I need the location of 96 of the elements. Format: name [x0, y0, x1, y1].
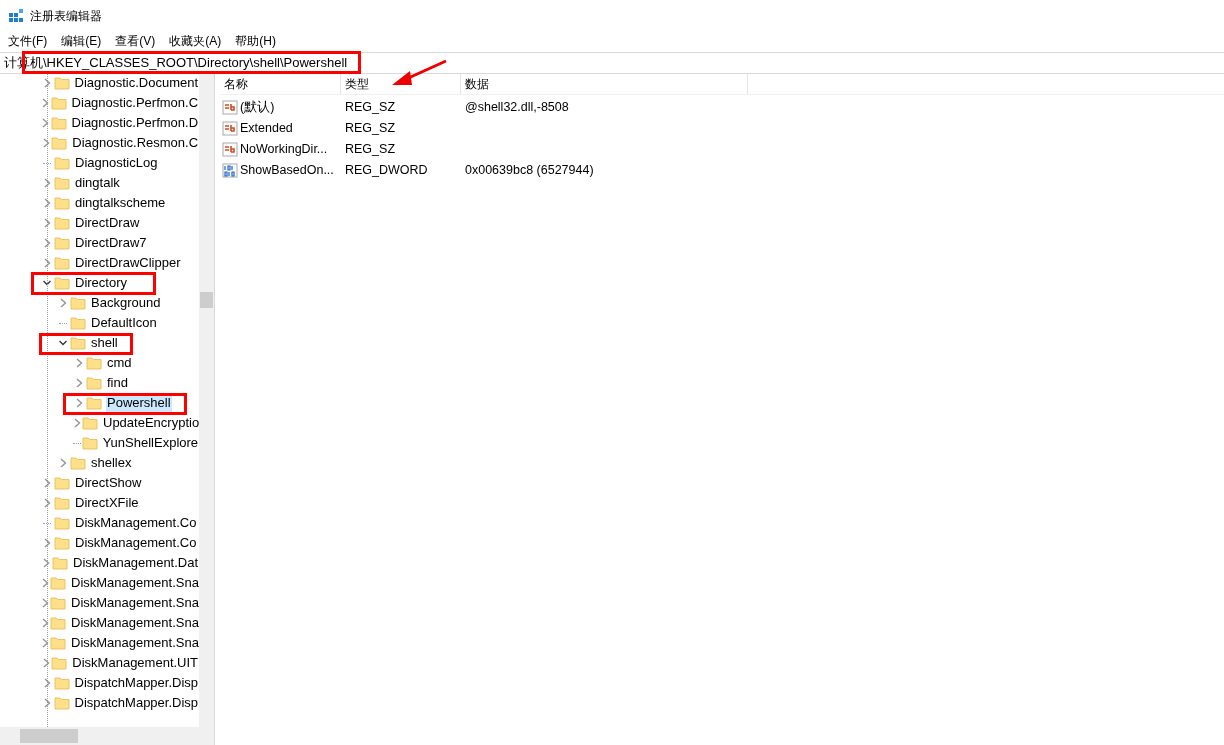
folder-icon: [70, 316, 86, 330]
chevron-right-icon[interactable]: [40, 118, 51, 128]
value-type: REG_SZ: [344, 141, 396, 159]
tree-item[interactable]: DiagnosticLog: [74, 153, 159, 173]
value-type: REG_SZ: [344, 99, 396, 117]
vertical-scrollbar[interactable]: [199, 74, 214, 727]
value-name[interactable]: Extended: [240, 119, 293, 138]
value-name[interactable]: NoWorkingDir...: [240, 140, 328, 159]
tree-item[interactable]: DiskManagement.Co: [74, 513, 198, 533]
value-name[interactable]: (默认): [240, 98, 275, 117]
menu-item[interactable]: 收藏夹(A): [169, 32, 222, 50]
folder-icon: [50, 116, 67, 130]
menu-item[interactable]: 文件(F): [8, 32, 48, 50]
chevron-right-icon[interactable]: [40, 98, 51, 108]
tree-item[interactable]: DirectDrawClipper: [74, 253, 182, 273]
folder-icon: [86, 376, 102, 390]
tree-item[interactable]: Diagnostic.Perfmon.D: [70, 113, 200, 133]
tree-item[interactable]: find: [106, 373, 129, 393]
folder-icon: [52, 556, 69, 570]
string-value-icon: [222, 120, 238, 137]
tree-item[interactable]: dingtalkscheme: [74, 193, 167, 213]
chevron-down-icon[interactable]: [58, 338, 68, 348]
tree-item[interactable]: Directory: [74, 273, 128, 293]
folder-icon: [54, 516, 70, 530]
binary-value-icon: [222, 162, 238, 179]
folder-icon: [54, 176, 70, 190]
tree-item[interactable]: DirectShow: [74, 473, 143, 493]
folder-icon: [81, 436, 98, 450]
tree-item[interactable]: DiskManagement.Dat: [72, 553, 200, 573]
tree-item[interactable]: DirectDraw: [74, 213, 141, 233]
folder-icon: [54, 256, 70, 270]
folder-icon: [51, 136, 68, 150]
folder-icon: [82, 416, 98, 430]
tree-item[interactable]: Diagnostic.Document: [73, 74, 200, 93]
tree-item[interactable]: DirectXFile: [74, 493, 140, 513]
tree-item[interactable]: dingtalk: [74, 173, 121, 193]
folder-icon: [54, 276, 70, 290]
string-value-icon: [222, 99, 238, 116]
column-header[interactable]: 名称: [220, 74, 341, 94]
folder-icon: [54, 156, 70, 170]
folder-icon: [86, 356, 102, 370]
menu-item[interactable]: 帮助(H): [235, 32, 276, 50]
tree-item[interactable]: YunShellExplore: [101, 433, 200, 453]
tree-item[interactable]: DispatchMapper.Disp: [73, 673, 200, 693]
folder-icon: [53, 696, 70, 710]
folder-icon: [70, 456, 86, 470]
folder-icon: [51, 656, 68, 670]
folder-icon: [70, 296, 86, 310]
folder-icon: [50, 636, 66, 650]
folder-icon: [54, 236, 70, 250]
tree-item[interactable]: DiskManagement.Sna: [70, 593, 200, 613]
folder-icon: [54, 476, 70, 490]
value-type: REG_DWORD: [344, 162, 429, 180]
folder-icon: [86, 396, 102, 410]
tree-item[interactable]: DefaultIcon: [90, 313, 158, 333]
value-type: REG_SZ: [344, 120, 396, 138]
tree-item[interactable]: cmd: [106, 353, 133, 373]
tree-item[interactable]: DiskManagement.UIT: [71, 653, 200, 673]
tree-item[interactable]: DiskManagement.Sna: [70, 613, 200, 633]
tree-item[interactable]: DiskManagement.Co: [74, 533, 198, 553]
chevron-down-icon[interactable]: [42, 278, 52, 288]
folder-icon: [54, 536, 70, 550]
tree-item[interactable]: DispatchMapper.Disp: [73, 693, 200, 713]
value-data: 0x00639bc8 (6527944): [464, 162, 594, 180]
chevron-right-icon[interactable]: [58, 298, 68, 308]
horizontal-scrollbar[interactable]: [0, 727, 214, 745]
chevron-right-icon[interactable]: [41, 558, 52, 568]
column-header[interactable]: 数据: [461, 74, 748, 94]
folder-icon: [53, 76, 70, 90]
tree-item[interactable]: Diagnostic.Perfmon.C: [70, 93, 200, 113]
window-title: 注册表编辑器: [30, 7, 102, 25]
value-name[interactable]: ShowBasedOn...: [240, 161, 334, 180]
tree-item[interactable]: DiskManagement.Sna: [70, 633, 200, 653]
annotation-arrow: [390, 58, 448, 88]
tree-item[interactable]: UpdateEncryptio: [102, 413, 200, 433]
menu-item[interactable]: 查看(V): [115, 32, 156, 50]
string-value-icon: [222, 141, 238, 158]
folder-icon: [50, 596, 66, 610]
folder-icon: [53, 676, 70, 690]
tree-item[interactable]: Background: [90, 293, 162, 313]
folder-icon: [54, 216, 70, 230]
tree-item[interactable]: shell: [90, 333, 119, 353]
tree-item[interactable]: Diagnostic.Resmon.C: [71, 133, 200, 153]
chevron-right-icon[interactable]: [42, 538, 52, 548]
tree-item[interactable]: DiskManagement.Sna: [70, 573, 200, 593]
folder-icon: [50, 576, 66, 590]
tree-item[interactable]: shellex: [90, 453, 133, 473]
menu-item[interactable]: 编辑(E): [61, 32, 102, 50]
folder-icon: [54, 196, 70, 210]
folder-icon: [54, 496, 70, 510]
registry-cubes-icon: [8, 7, 24, 24]
folder-icon: [50, 96, 67, 110]
folder-icon: [70, 336, 86, 350]
folder-icon: [50, 616, 66, 630]
value-data: @shell32.dll,-8508: [464, 99, 569, 117]
tree-item[interactable]: DirectDraw7: [74, 233, 148, 253]
